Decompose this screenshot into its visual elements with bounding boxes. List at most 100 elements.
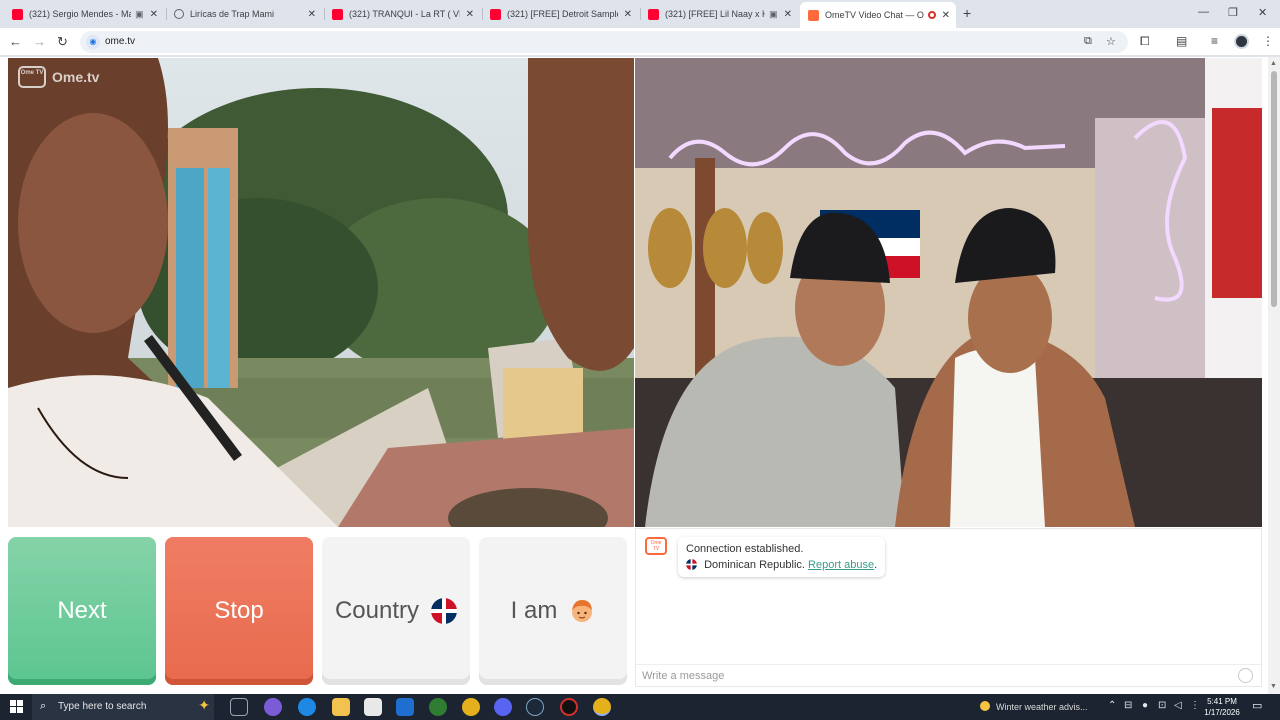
connection-text: Connection established.	[686, 543, 804, 555]
system-message: Connection established. Dominican Republ…	[678, 537, 886, 577]
youtube-icon	[490, 8, 501, 20]
close-tab-icon[interactable]: ✕	[466, 9, 474, 20]
close-window-icon[interactable]: ✕	[1258, 6, 1267, 19]
xbox-icon[interactable]	[429, 698, 447, 716]
forward-icon[interactable]: →	[33, 34, 46, 49]
message-bar	[636, 664, 1261, 686]
close-tab-icon[interactable]: ✕	[942, 10, 950, 21]
install-app-icon[interactable]: ⧉	[1084, 35, 1092, 48]
tab-ometv[interactable]: OmeTV Video Chat — Ome ✕	[800, 2, 956, 28]
i-am-button[interactable]: I am	[479, 537, 627, 685]
side-panel-icon[interactable]: ▤	[1176, 34, 1187, 48]
tab-title: (321) TRANQUI - La RT ( VIDEO	[349, 9, 460, 19]
dominican-flag-icon	[686, 559, 697, 570]
next-button[interactable]: Next	[8, 537, 156, 685]
profile-avatar[interactable]	[1234, 34, 1249, 49]
network-icon[interactable]: ⊡	[1158, 700, 1166, 711]
search-placeholder: Type here to search	[58, 701, 147, 712]
self-video	[635, 58, 1262, 527]
youtube-icon	[12, 8, 23, 20]
youtube-icon	[648, 8, 659, 20]
emoji-icon[interactable]	[1238, 668, 1253, 683]
chrome-active-icon[interactable]	[593, 698, 611, 716]
close-tab-icon[interactable]: ✕	[308, 9, 316, 20]
tab-liricas[interactable]: Lirícas de Trap Mami ✕	[166, 4, 322, 24]
taskbar-clock[interactable]: 5:41 PM 1/17/2026	[1200, 696, 1244, 718]
page-content: Ome TV Ome.tv Next Stop Country I am Ome…	[0, 57, 1280, 694]
tab-strip: (321) Sergio Mendes - Maç ▣ ✕ Lirícas de…	[0, 0, 1280, 28]
url-text[interactable]: ome.tv	[105, 36, 135, 47]
browser-toolbar: ← → ↻ ◉ ome.tv ⧉ ☆ ⧠ ▤ ≡ ⋮	[0, 28, 1280, 56]
site-info-icon[interactable]: ◉	[86, 35, 100, 49]
report-suffix: .	[874, 559, 878, 571]
network-tray-icon[interactable]: ⊟	[1124, 700, 1132, 711]
tab-sergio-mendes[interactable]: (321) Sergio Mendes - Maç ▣ ✕	[4, 4, 164, 24]
ometv-logo-text: Ome.tv	[52, 69, 100, 85]
stop-button-label: Stop	[214, 597, 264, 624]
search-highlight-icon: ✦	[198, 697, 210, 713]
tab-title: Lirícas de Trap Mami	[190, 9, 275, 19]
media-control-icon[interactable]: ≡	[1211, 34, 1218, 48]
ometv-logo-icon: Ome TV	[18, 66, 46, 88]
address-bar[interactable]: ◉ ome.tv ⧉ ☆	[80, 31, 1128, 53]
scrollbar-thumb[interactable]	[1271, 71, 1277, 307]
tab-title: (321) [FREE] Detroit Sample Ty	[507, 9, 618, 19]
task-view-icon[interactable]	[230, 698, 248, 716]
message-input[interactable]	[642, 668, 1232, 684]
maximize-icon[interactable]: ❐	[1228, 6, 1238, 19]
country-name: Dominican Republic.	[704, 559, 805, 571]
close-tab-icon[interactable]: ✕	[624, 9, 632, 20]
stop-button[interactable]: Stop	[165, 537, 313, 685]
language-icon[interactable]: ⋮	[1190, 700, 1200, 711]
copilot-icon[interactable]	[264, 698, 282, 716]
i-am-button-label: I am	[510, 597, 558, 624]
country-button-label: Country	[334, 597, 420, 624]
next-button-label: Next	[57, 597, 107, 624]
youtube-icon	[332, 8, 343, 20]
minimize-icon[interactable]: —	[1198, 6, 1209, 18]
weather-text: Winter weather advis...	[996, 702, 1088, 712]
close-tab-icon[interactable]: ✕	[150, 9, 158, 20]
globe-icon	[174, 9, 184, 19]
scroll-down-icon[interactable]: ▼	[1270, 683, 1277, 690]
microphone-icon[interactable]: ●	[1142, 700, 1148, 711]
file-explorer-icon[interactable]	[332, 698, 350, 716]
clock-date: 1/17/2026	[1204, 708, 1240, 717]
search-icon: ⌕	[40, 700, 47, 712]
tab-title: OmeTV Video Chat — Ome	[825, 10, 924, 20]
obs-icon[interactable]	[560, 698, 578, 716]
ometv-icon	[808, 9, 819, 21]
page-scrollbar[interactable]: ▲ ▼	[1268, 57, 1280, 694]
notification-icon[interactable]: ▭	[1252, 699, 1262, 712]
taskbar-search[interactable]: ⌕ Type here to search ✦	[32, 694, 214, 720]
store-icon[interactable]	[364, 698, 382, 716]
chat-panel: Ome TV Connection established. Dominican…	[635, 528, 1262, 687]
country-button[interactable]: Country	[322, 537, 470, 685]
tray-overflow-icon[interactable]: ⌃	[1108, 700, 1116, 711]
edge-icon[interactable]	[298, 698, 316, 716]
tab-tranqui[interactable]: (321) TRANQUI - La RT ( VIDEO ✕	[324, 4, 480, 24]
reload-icon[interactable]: ↻	[57, 34, 68, 50]
report-abuse-link[interactable]: Report abuse	[808, 559, 874, 571]
tab-title: (321) [FREE] Lil Naay x Hun	[665, 9, 765, 19]
scroll-up-icon[interactable]: ▲	[1270, 60, 1277, 67]
windows-start-icon[interactable]	[10, 700, 24, 714]
outlook-icon[interactable]	[396, 698, 414, 716]
extensions-icon[interactable]: ⧠	[1140, 34, 1150, 49]
bookmark-star-icon[interactable]: ☆	[1106, 35, 1116, 48]
volume-icon[interactable]: ◁	[1174, 700, 1182, 711]
close-tab-icon[interactable]: ✕	[784, 9, 792, 20]
country-line: Dominican Republic. Report abuse.	[686, 557, 877, 573]
tab-detroit-sample[interactable]: (321) [FREE] Detroit Sample Ty ✕	[482, 4, 638, 24]
tab-lil-naay[interactable]: (321) [FREE] Lil Naay x Hun ▣ ✕	[640, 4, 798, 24]
new-tab-button[interactable]: +	[963, 5, 971, 21]
back-icon[interactable]: ←	[9, 34, 22, 49]
media-icon: ▣	[135, 8, 144, 19]
chrome-icon[interactable]	[462, 698, 480, 716]
ometv-bot-icon: Ome TV	[645, 537, 667, 555]
weather-widget[interactable]: Winter weather advis...	[980, 701, 1088, 712]
discord-icon[interactable]	[494, 698, 512, 716]
steam-icon[interactable]	[526, 698, 544, 716]
menu-kebab-icon[interactable]: ⋮	[1262, 34, 1274, 48]
recording-icon	[927, 11, 936, 19]
